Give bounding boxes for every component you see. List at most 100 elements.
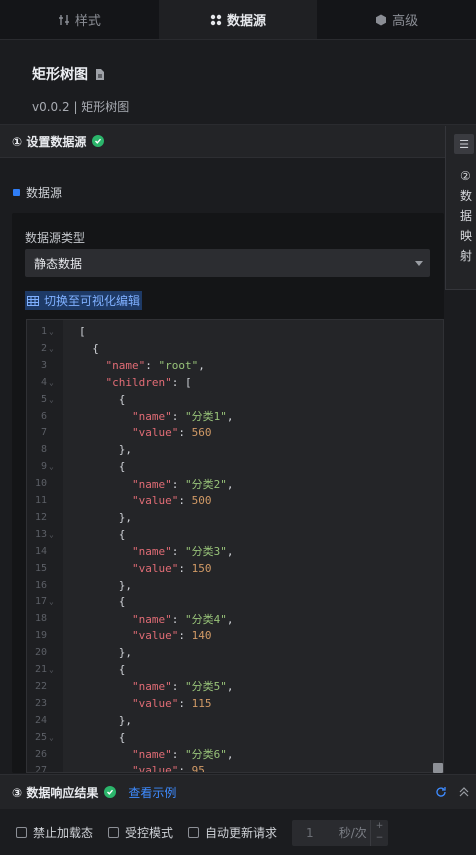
auto-update-checkbox[interactable]: [188, 827, 200, 838]
fold-icon[interactable]: ⌄: [49, 344, 59, 353]
code-text: "value": 500: [131, 494, 212, 507]
controlled-mode-label: 受控模式: [125, 826, 174, 840]
fold-icon[interactable]: ⌄: [49, 378, 59, 387]
data-source-type-select[interactable]: 静态数据: [25, 249, 430, 277]
code-text: "name": "分类1",: [131, 410, 234, 423]
code-text: {: [79, 730, 126, 744]
data-source-config-box: 数据源类型 静态数据 切换至可视化编辑 1 ⌄[2 ⌄ {3 "name": "ro…: [12, 213, 444, 773]
tab-advanced-label: 高级: [392, 14, 419, 29]
code-text: {: [79, 663, 126, 676]
check-circle-icon: [104, 786, 117, 798]
document-icon[interactable]: [95, 68, 105, 80]
fold-icon[interactable]: ⌄: [49, 462, 59, 471]
code-line: 19 "value": 140: [27, 627, 443, 644]
disable-loading-checkbox[interactable]: [16, 827, 27, 838]
line-number: 6: [40, 410, 47, 422]
line-number: 14: [34, 545, 47, 557]
fold-icon[interactable]: ⌄: [49, 733, 59, 742]
switch-visual-edit-link[interactable]: 切换至可视化编辑: [25, 291, 143, 310]
fold-icon[interactable]: ⌄: [49, 395, 59, 404]
code-line: 27 "value": 95: [27, 762, 443, 773]
copy-icon[interactable]: [433, 763, 443, 773]
interval-unit: 秒/次: [338, 826, 367, 840]
component-title-text: 矩形树图: [32, 67, 88, 83]
code-text: "value": 560: [131, 426, 212, 440]
auto-update-label: 自动更新请求: [205, 826, 278, 840]
component-header: 矩形树图 v0.0.2 | 矩形树图: [0, 40, 476, 125]
line-number: 26: [34, 748, 47, 760]
code-text: "value": 95: [131, 764, 205, 773]
tab-advanced[interactable]: 高级: [317, 0, 476, 39]
tab-data-source[interactable]: 数据源: [158, 0, 318, 39]
code-text: },: [79, 443, 132, 457]
line-number: 16: [34, 579, 47, 591]
tab-style[interactable]: 样式: [0, 0, 159, 39]
code-text: {: [79, 341, 99, 355]
line-number: 5: [40, 393, 47, 405]
line-number: 13: [34, 528, 47, 540]
section-set-data-source[interactable]: ① 设置数据源: [0, 125, 476, 158]
code-text: "name": "分类5",: [131, 680, 234, 694]
code-text: "name": "分类6",: [131, 748, 234, 761]
fold-icon[interactable]: ⌄: [49, 665, 59, 674]
switch-visual-edit-label: 切换至可视化编辑: [44, 294, 141, 308]
code-text: {: [79, 595, 126, 609]
refresh-icon[interactable]: [435, 786, 447, 798]
code-line: 2 ⌄ {: [27, 340, 443, 357]
section-response-result[interactable]: ③ 数据响应结果 查看示例: [0, 774, 476, 809]
line-number: 19: [34, 630, 47, 642]
code-line: 1 ⌄ [: [27, 323, 443, 340]
code-line: 3 "name": "root",: [27, 357, 443, 374]
interval-value: 1: [306, 825, 314, 840]
interval-stepper[interactable]: + −: [370, 819, 388, 846]
table-icon: [27, 295, 39, 306]
collapse-panel-icon[interactable]: ☰: [454, 134, 474, 154]
view-example-link[interactable]: 查看示例: [128, 784, 176, 801]
auto-update-option[interactable]: 自动更新请求: [188, 824, 277, 841]
controlled-mode-option[interactable]: 受控模式: [108, 824, 173, 841]
code-text: "name": "分类4",: [131, 612, 234, 626]
code-text: },: [79, 578, 132, 592]
interval-input[interactable]: 1 秒/次 + −: [292, 819, 389, 846]
fold-icon[interactable]: ⌄: [49, 327, 59, 336]
style-icon: [58, 14, 69, 25]
tab-style-label: 样式: [74, 14, 101, 29]
code-line: 15 "value": 150: [27, 560, 443, 577]
data-source-heading: 数据源: [13, 184, 62, 201]
code-line: 4 ⌄ "children": [: [27, 374, 443, 391]
code-line: 10 "name": "分类2",: [27, 475, 443, 492]
code-line: 24 },: [27, 712, 443, 729]
line-number: 3: [40, 359, 47, 371]
line-number: 23: [34, 697, 47, 709]
code-line: 18 "name": "分类4",: [27, 610, 443, 627]
line-number: 22: [34, 680, 47, 692]
line-number: 20: [34, 647, 47, 659]
tab-data-source-label: 数据源: [227, 14, 267, 29]
advanced-icon: [376, 14, 387, 25]
line-number: 11: [34, 495, 47, 506]
fold-icon[interactable]: ⌄: [49, 530, 59, 539]
disable-loading-option[interactable]: 禁止加载态: [16, 824, 93, 841]
component-version: v0.0.2 | 矩形树图: [32, 100, 130, 114]
code-text: "value": 140: [131, 629, 212, 643]
fold-icon[interactable]: ⌄: [49, 597, 59, 606]
code-text: },: [79, 510, 132, 524]
line-number: 27: [34, 765, 47, 773]
json-code-editor[interactable]: 1 ⌄[2 ⌄ {3 "name": "root", 4 ⌄ "children": […: [26, 319, 444, 773]
code-line: 20 },: [27, 644, 443, 661]
data-source-type-value: 静态数据: [34, 256, 83, 271]
collapse-up-icon[interactable]: [459, 787, 469, 797]
chevron-down-icon: [415, 261, 423, 266]
data-mapping-char: 数: [460, 189, 473, 203]
code-line: 22 "name": "分类5",: [27, 678, 443, 695]
code-text: {: [79, 527, 126, 541]
code-line: 21 ⌄ {: [27, 661, 443, 678]
code-line: 26 "name": "分类6",: [27, 746, 443, 763]
code-line: 11 "value": 500: [27, 492, 443, 509]
data-mapping-side-panel[interactable]: ☰ ② 数 据 映 射: [445, 126, 476, 290]
check-circle-icon: [92, 135, 105, 147]
line-number: 15: [34, 562, 47, 574]
code-line: 16 },: [27, 577, 443, 594]
controlled-mode-checkbox[interactable]: [108, 827, 120, 838]
line-number: 24: [34, 714, 47, 726]
